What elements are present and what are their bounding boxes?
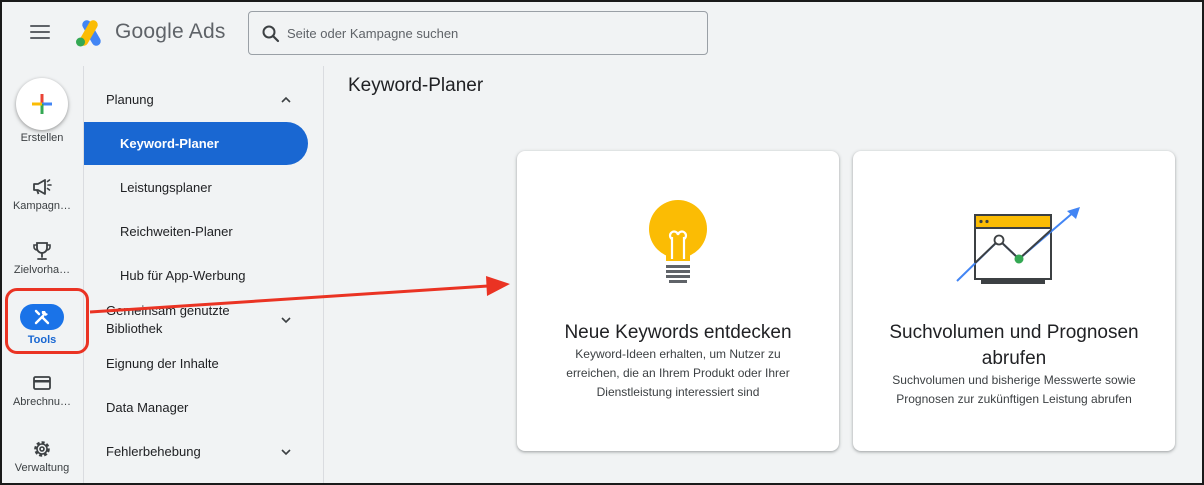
chevron-up-icon[interactable] [280, 94, 292, 106]
credit-card-icon [33, 376, 51, 390]
trophy-icon [33, 242, 51, 260]
chevron-down-icon[interactable] [280, 314, 292, 326]
rail-item-admin[interactable]: Verwaltung [0, 436, 84, 485]
rail-item-create[interactable]: Erstellen [0, 66, 84, 151]
rail-label-admin: Verwaltung [14, 462, 70, 474]
tools-nav-panel: Planung Keyword-Planer Leistungsplaner R… [84, 66, 324, 485]
annotation-highlight-ring [5, 288, 89, 354]
page-title: Keyword-Planer [348, 75, 484, 96]
card-description: Keyword-Ideen erhalten, um Nutzer zu err… [566, 347, 790, 399]
create-button[interactable] [16, 78, 68, 130]
nav-item-performance-planner[interactable]: Leistungsplaner [120, 180, 212, 195]
card-title: Neue Keywords entdecken [564, 322, 792, 343]
top-bar: Google Ads [0, 0, 1204, 66]
search-icon [262, 25, 280, 43]
search-box[interactable] [248, 11, 708, 55]
nav-section-data-manager[interactable]: Data Manager [106, 400, 188, 415]
nav-item-app-advertising-hub[interactable]: Hub für App-Werbung [120, 268, 246, 283]
rail-item-billing[interactable]: Abrechnu… [0, 370, 84, 422]
rail-label-billing: Abrechnu… [12, 396, 72, 408]
nav-section-shared-library[interactable]: Gemeinsam genutzte Bibliothek [106, 302, 266, 338]
left-rail: Erstellen Kampagn… Zielvorha… Tools Abre… [0, 66, 84, 485]
nav-section-content-suitability[interactable]: Eignung der Inhalte [106, 356, 219, 371]
lightbulb-icon [649, 200, 707, 283]
app-name: Google Ads [115, 20, 226, 43]
nav-section-troubleshooting[interactable]: Fehlerbehebung [106, 444, 201, 459]
discover-keywords-card[interactable]: Neue Keywords entdecken Keyword-Ideen er… [517, 151, 839, 451]
rail-item-campaigns[interactable]: Kampagn… [0, 170, 84, 222]
nav-section-planning[interactable]: Planung [106, 92, 154, 107]
nav-item-reach-planner[interactable]: Reichweiten-Planer [120, 224, 233, 239]
rail-label-create: Erstellen [20, 132, 64, 144]
trend-chart-icon [956, 207, 1080, 284]
search-volume-forecast-card[interactable]: Suchvolumen und Prognosen abrufen Suchvo… [853, 151, 1175, 451]
plus-icon [32, 94, 52, 114]
megaphone-icon [33, 179, 52, 195]
chevron-down-icon[interactable] [280, 446, 292, 458]
gear-icon [34, 441, 50, 457]
rail-label-campaigns: Kampagn… [12, 200, 72, 212]
google-ads-logo-icon [76, 20, 101, 47]
rail-item-goals[interactable]: Zielvorha… [0, 234, 84, 286]
hamburger-menu-icon[interactable] [30, 25, 50, 41]
card-description: Suchvolumen und bisherige Messwerte sowi… [892, 373, 1136, 406]
nav-item-keyword-planner[interactable]: Keyword-Planer [84, 122, 308, 165]
card-title: Suchvolumen und Prognosen abrufen [889, 322, 1139, 369]
search-input[interactable] [287, 12, 697, 54]
rail-label-goals: Zielvorha… [13, 264, 71, 276]
